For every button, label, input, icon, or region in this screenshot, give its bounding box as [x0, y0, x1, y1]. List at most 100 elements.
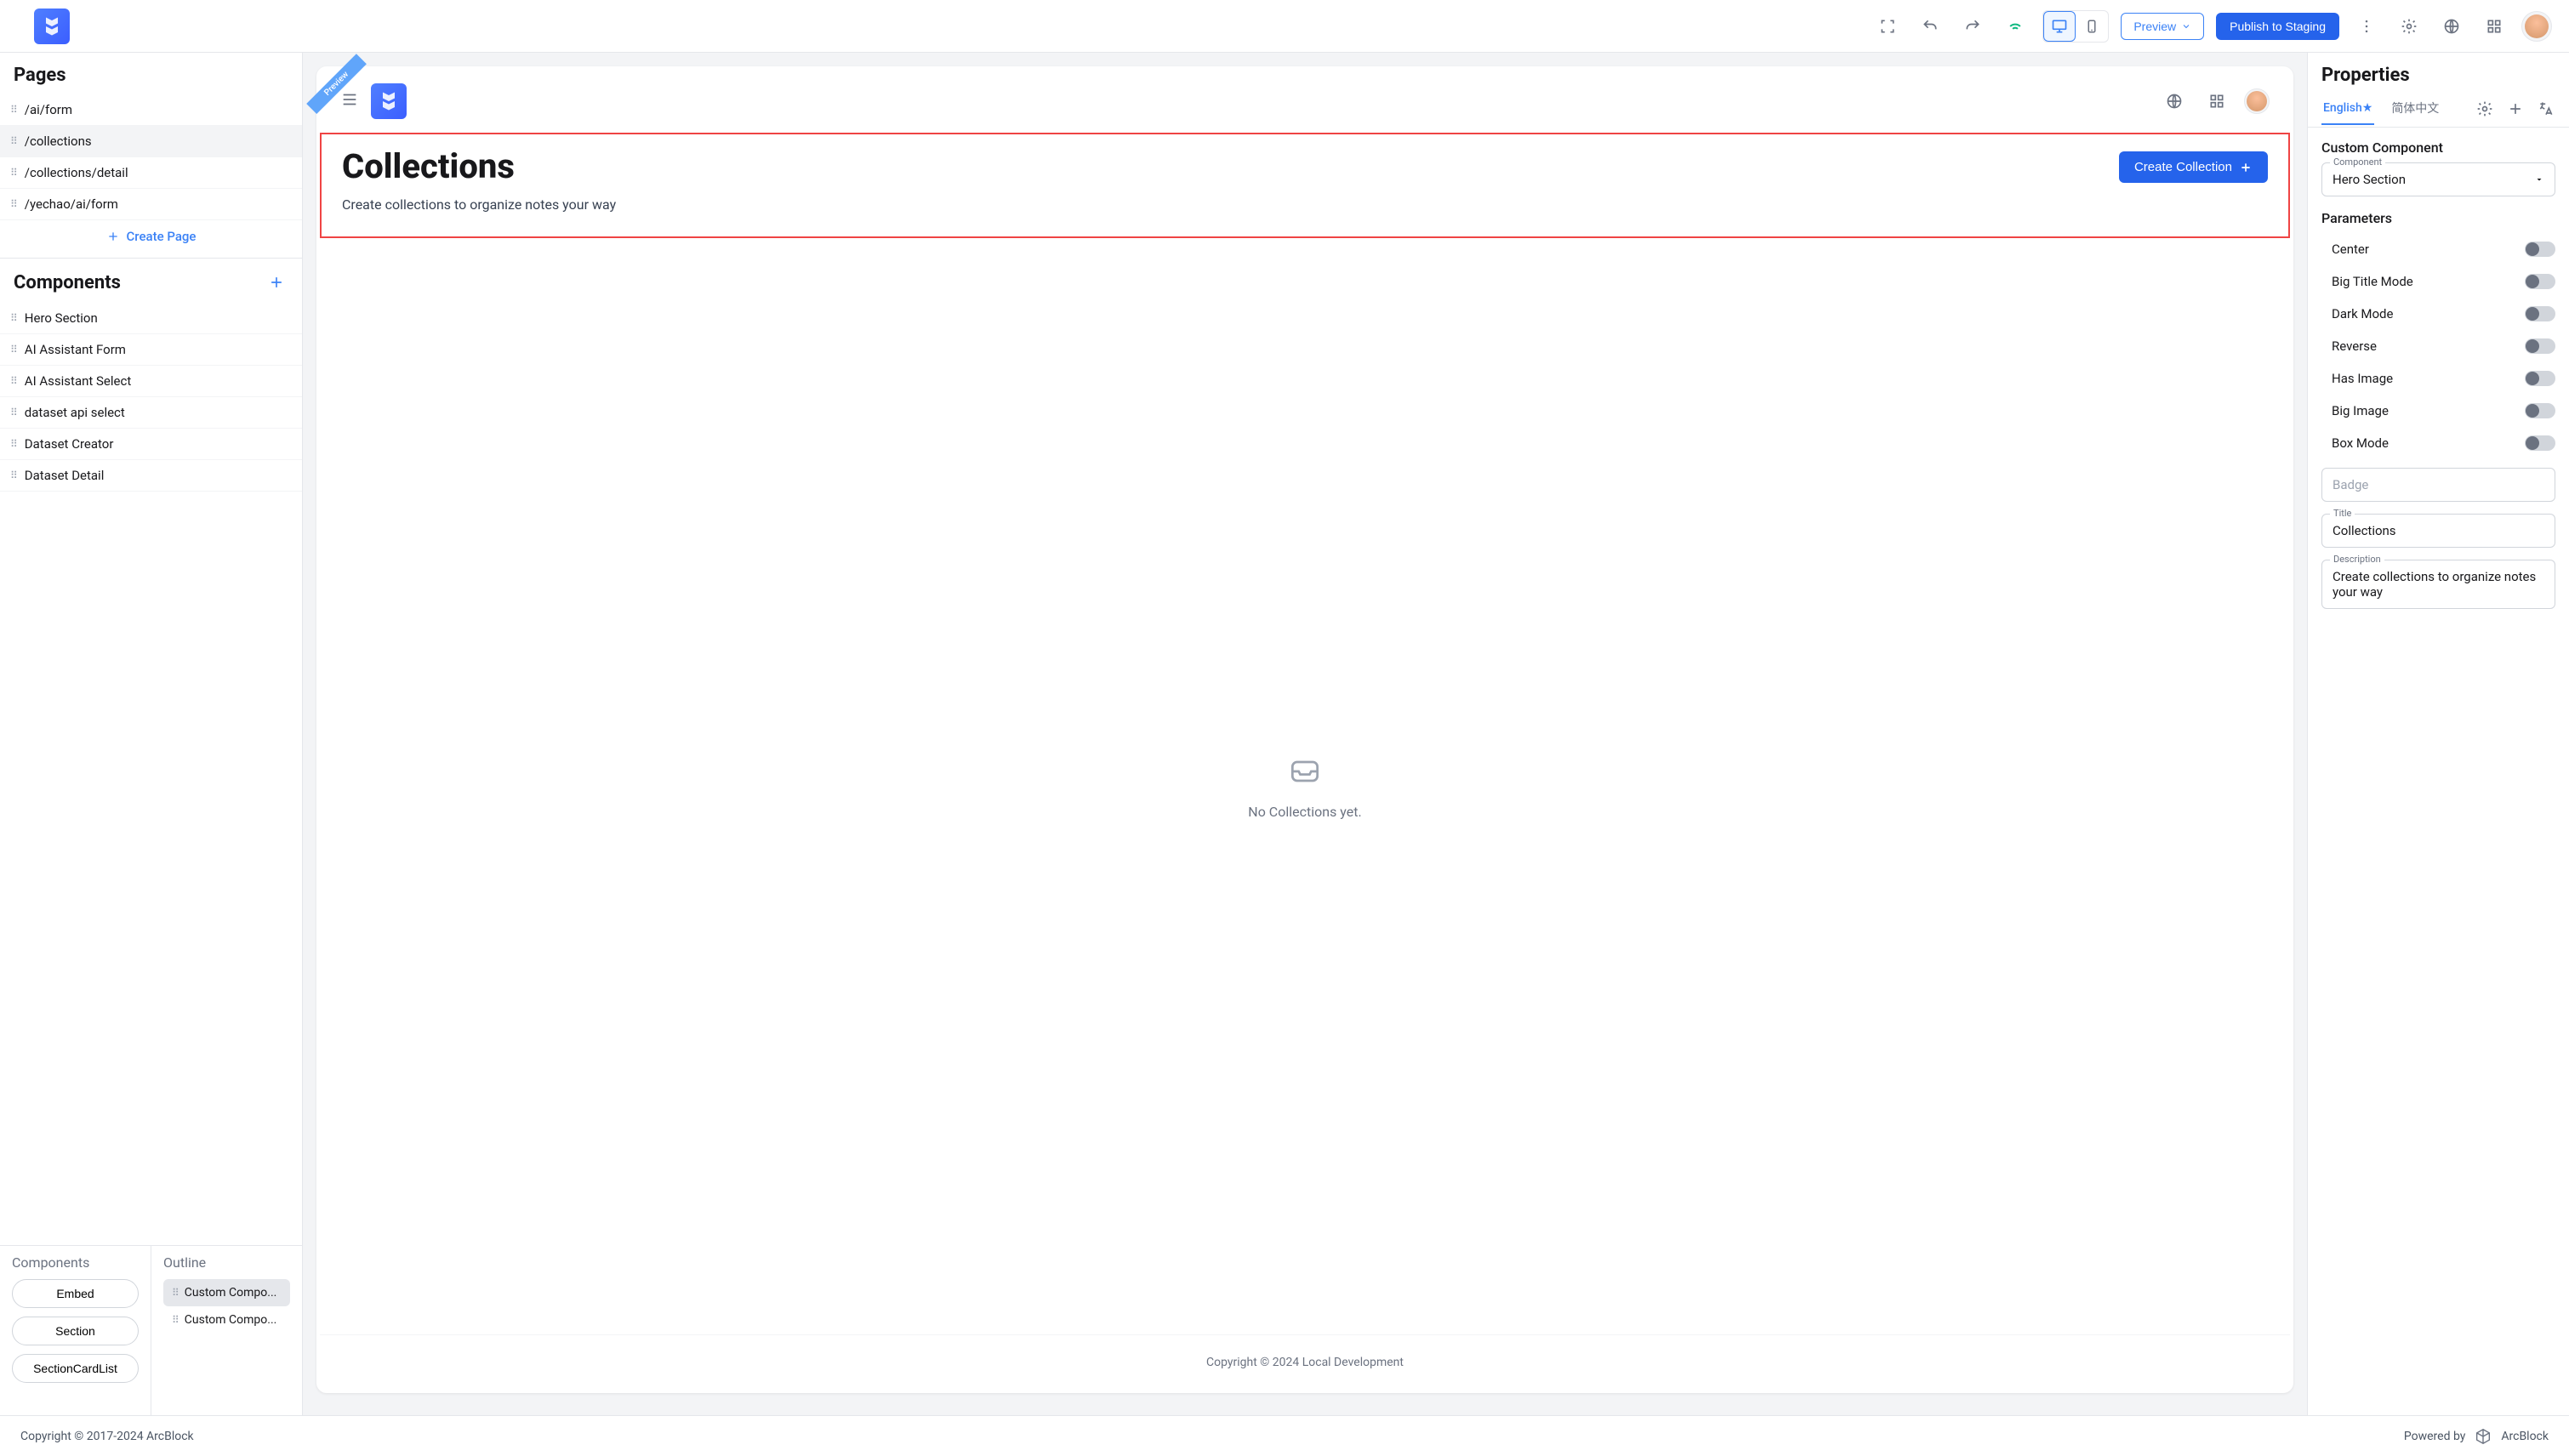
component-field-label: Component	[2330, 156, 2385, 168]
plus-icon	[106, 230, 120, 243]
properties-panel: Properties English★ 简体中文 Custom Componen…	[2307, 53, 2569, 1415]
drag-handle-icon[interactable]: ⠿	[172, 1314, 179, 1326]
param-big_title: Big Title Mode	[2308, 265, 2569, 298]
embed-component-button[interactable]: Embed	[12, 1279, 139, 1308]
param-has_image: Has Image	[2308, 362, 2569, 395]
toggle-big_title[interactable]	[2525, 274, 2555, 289]
drag-handle-icon[interactable]: ⠿	[10, 135, 18, 147]
empty-state: No Collections yet.	[320, 238, 2290, 1334]
canvas-area: Preview	[303, 53, 2307, 1415]
toggle-dark[interactable]	[2525, 306, 2555, 321]
drag-handle-icon[interactable]: ⠿	[10, 167, 18, 179]
description-field-label: Description	[2330, 554, 2384, 565]
redo-icon[interactable]	[1957, 11, 1988, 42]
left-panel: Pages ⠿/ai/form⠿/collections⠿/collection…	[0, 53, 303, 1415]
drag-handle-icon[interactable]: ⠿	[10, 438, 18, 450]
page-item[interactable]: ⠿/ai/form	[0, 94, 302, 126]
preview-button[interactable]: Preview	[2121, 13, 2204, 40]
description-input[interactable]: Create collections to organize notes you…	[2321, 560, 2555, 609]
bottom-components-label: Components	[12, 1254, 139, 1271]
grid-icon[interactable]	[2479, 11, 2509, 42]
page-item[interactable]: ⠿/collections/detail	[0, 157, 302, 189]
drag-handle-icon[interactable]: ⠿	[10, 407, 18, 418]
param-box_mode: Box Mode	[2308, 427, 2569, 459]
toggle-big_image[interactable]	[2525, 403, 2555, 418]
toggle-has_image[interactable]	[2525, 371, 2555, 386]
fullscreen-icon[interactable]	[1872, 11, 1903, 42]
drag-handle-icon[interactable]: ⠿	[10, 375, 18, 387]
outline-item[interactable]: ⠿Custom Compo...	[163, 1306, 290, 1334]
component-item[interactable]: ⠿AI Assistant Select	[0, 366, 302, 397]
locale-gear-icon[interactable]	[2475, 100, 2494, 118]
param-reverse: Reverse	[2308, 330, 2569, 362]
drag-handle-icon[interactable]: ⠿	[10, 469, 18, 481]
outline-label: Outline	[163, 1254, 290, 1271]
more-icon[interactable]	[2351, 11, 2382, 42]
hamburger-icon[interactable]	[340, 90, 359, 112]
gear-icon[interactable]	[2394, 11, 2424, 42]
param-dark: Dark Mode	[2308, 298, 2569, 330]
toggle-center[interactable]	[2525, 242, 2555, 257]
create-page-label: Create Page	[127, 229, 197, 244]
site-logo[interactable]	[371, 83, 407, 119]
outline-item[interactable]: ⠿Custom Compo...	[163, 1279, 290, 1306]
drag-handle-icon[interactable]: ⠿	[10, 312, 18, 324]
mobile-device-icon[interactable]	[2076, 11, 2108, 42]
page-item[interactable]: ⠿/yechao/ai/form	[0, 189, 302, 220]
page-item[interactable]: ⠿/collections	[0, 126, 302, 157]
param-center: Center	[2308, 233, 2569, 265]
canvas-globe-icon[interactable]	[2159, 86, 2190, 117]
create-page-button[interactable]: Create Page	[0, 220, 302, 253]
add-component-button[interactable]	[265, 270, 288, 294]
inbox-icon	[1286, 753, 1324, 790]
canvas-avatar[interactable]	[2244, 88, 2270, 114]
translate-icon[interactable]	[2537, 100, 2555, 118]
desktop-device-icon[interactable]	[2043, 11, 2076, 42]
outline-col: Outline ⠿Custom Compo...⠿Custom Compo...	[151, 1246, 302, 1415]
component-item[interactable]: ⠿dataset api select	[0, 397, 302, 429]
toggle-box_mode[interactable]	[2525, 435, 2555, 451]
title-input[interactable]: Collections	[2321, 514, 2555, 548]
globe-icon[interactable]	[2436, 11, 2467, 42]
dropdown-icon	[2534, 174, 2544, 185]
component-select[interactable]: Hero Section	[2321, 162, 2555, 196]
canvas-footer: Copyright © 2024 Local Development	[320, 1334, 2290, 1390]
device-switcher	[2042, 10, 2109, 43]
properties-header: Properties	[2308, 53, 2569, 91]
hero-section[interactable]: Collections Create collections to organi…	[320, 133, 2290, 238]
preview-canvas: Preview	[316, 66, 2293, 1393]
create-collection-button[interactable]: Create Collection	[2119, 151, 2268, 183]
title-field-label: Title	[2330, 508, 2355, 519]
component-item[interactable]: ⠿Hero Section	[0, 303, 302, 334]
wifi-icon	[2000, 11, 2031, 42]
tab-english[interactable]: English★	[2321, 93, 2374, 125]
component-item[interactable]: ⠿AI Assistant Form	[0, 334, 302, 366]
component-item[interactable]: ⠿Dataset Creator	[0, 429, 302, 460]
hero-title: Collections	[342, 146, 616, 186]
publish-button[interactable]: Publish to Staging	[2216, 13, 2339, 40]
undo-icon[interactable]	[1915, 11, 1945, 42]
drag-handle-icon[interactable]: ⠿	[10, 104, 18, 116]
component-item[interactable]: ⠿Dataset Detail	[0, 460, 302, 492]
toggle-reverse[interactable]	[2525, 338, 2555, 354]
drag-handle-icon[interactable]: ⠿	[10, 198, 18, 210]
embed-component-button[interactable]: SectionCardList	[12, 1354, 139, 1383]
param-big_image: Big Image	[2308, 395, 2569, 427]
plus-icon	[2239, 161, 2253, 174]
empty-text: No Collections yet.	[1248, 804, 1361, 820]
locale-plus-icon[interactable]	[2506, 100, 2525, 118]
badge-input[interactable]: Badge	[2321, 468, 2555, 502]
app-logo[interactable]	[34, 9, 70, 44]
tab-chinese[interactable]: 简体中文	[2390, 91, 2441, 127]
drag-handle-icon[interactable]: ⠿	[172, 1287, 179, 1299]
preview-label: Preview	[2133, 20, 2176, 33]
embed-component-button[interactable]: Section	[12, 1317, 139, 1345]
drag-handle-icon[interactable]: ⠿	[10, 344, 18, 355]
avatar[interactable]	[2521, 11, 2552, 42]
canvas-grid-icon[interactable]	[2202, 86, 2232, 117]
components-header: Components	[0, 259, 302, 303]
embed-components-col: Components Embed Section SectionCardList	[0, 1246, 151, 1415]
app-footer: Copyright © 2017-2024 ArcBlock Powered b…	[0, 1415, 2569, 1456]
pages-header: Pages	[0, 53, 302, 94]
chevron-down-icon	[2181, 21, 2191, 31]
